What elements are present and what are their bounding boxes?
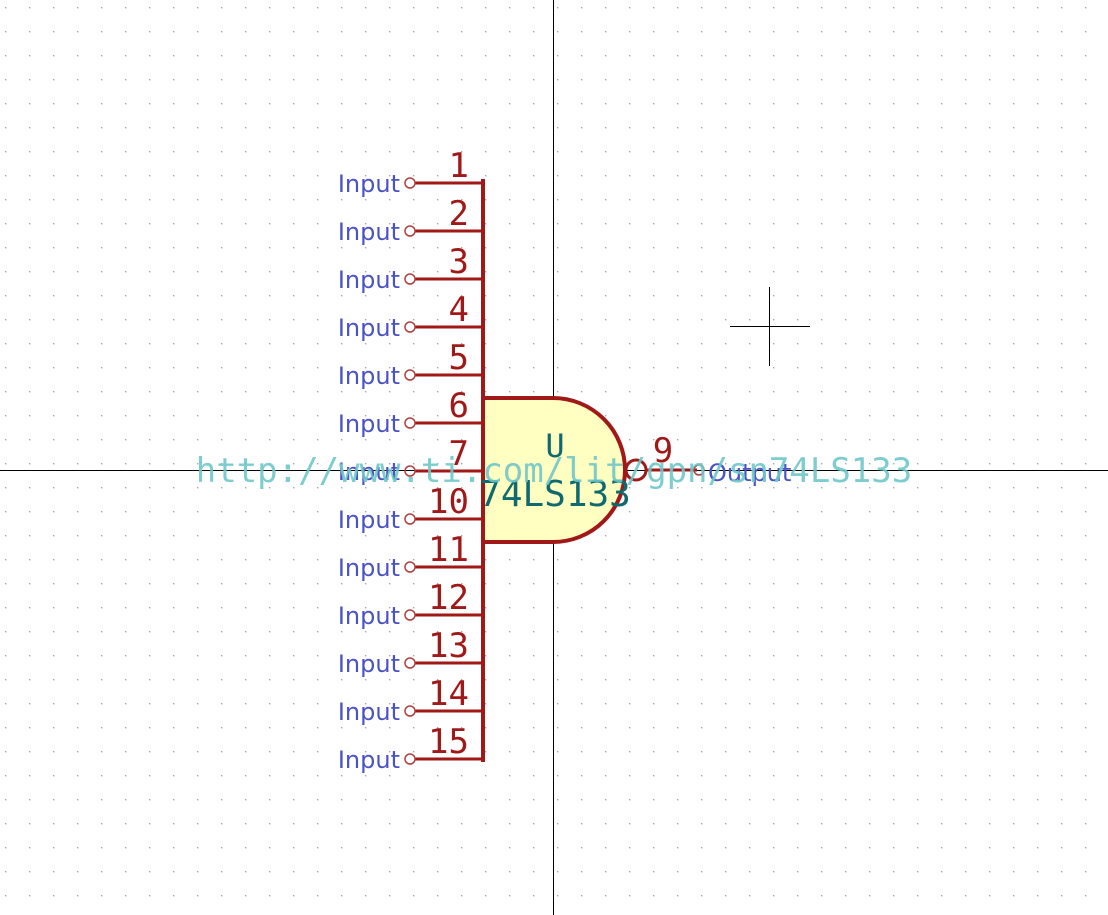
input-pin-number: 6 [449,386,469,426]
input-pin-type: Input [338,314,400,342]
input-pin-number: 12 [428,578,469,618]
input-pin-type: Input [338,218,400,246]
input-pin-type: Input [338,650,400,678]
input-pin-type: Input [338,170,400,198]
input-pin-type: Input [338,602,400,630]
input-pin-number: 1 [449,146,469,186]
input-pin-type: Input [338,746,400,774]
input-pin-number: 11 [428,530,469,570]
input-pin-number: 5 [449,338,469,378]
datasheet-url[interactable]: http://www.ti.com/lit/gpn/sn74LS133 [196,451,912,491]
input-pin-number: 13 [428,626,469,666]
input-pin-number: 3 [449,242,469,282]
schematic-canvas[interactable]: 1Input2Input3Input4Input5Input6Input7Inp… [0,0,1108,915]
input-pin-type: Input [338,698,400,726]
input-pin-number: 14 [428,674,469,714]
input-pin-type: Input [338,506,400,534]
input-pin-type: Input [338,266,400,294]
input-pin-type: Input [338,362,400,390]
input-pin-number: 15 [428,722,469,762]
input-pin-number: 4 [449,290,469,330]
input-pin-type: Input [338,554,400,582]
input-pin-type: Input [338,410,400,438]
input-pin-number: 2 [449,194,469,234]
